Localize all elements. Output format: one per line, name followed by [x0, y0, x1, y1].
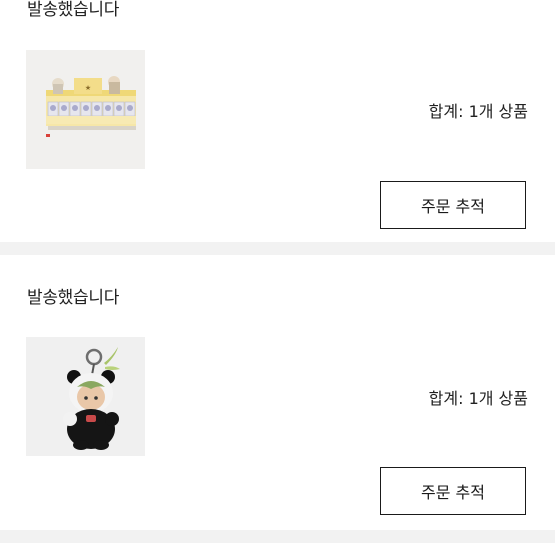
track-order-button[interactable]: 주문 추적 — [380, 181, 526, 229]
order-card: 발송했습니다 합계: 1개 상품 주문 추적 — [0, 255, 555, 530]
product-thumbnail[interactable] — [26, 337, 145, 456]
section-divider — [0, 242, 555, 255]
section-divider — [0, 530, 555, 543]
order-item-count: 합계: 1개 상품 — [428, 102, 528, 121]
track-order-button[interactable]: 주문 추적 — [380, 467, 526, 515]
svg-text:★: ★ — [85, 84, 91, 92]
shipping-status: 발송했습니다 — [27, 288, 120, 308]
figure-box-set-image: ★ — [26, 50, 145, 169]
order-item-count: 합계: 1개 상품 — [428, 389, 528, 408]
panda-keychain-image — [26, 337, 145, 456]
order-card: 발송했습니다 ★ 합계: 1개 상품 주문 추적 — [0, 0, 555, 242]
product-thumbnail[interactable]: ★ — [26, 50, 145, 169]
shipping-status: 발송했습니다 — [27, 0, 120, 20]
